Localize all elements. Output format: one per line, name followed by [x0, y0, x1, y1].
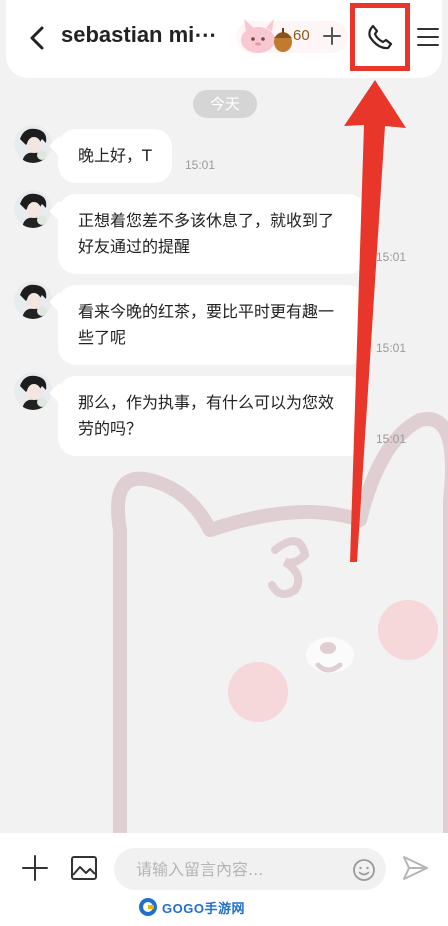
smiley-icon: [353, 859, 375, 881]
avatar[interactable]: [14, 372, 52, 410]
gogo-logo-icon: [139, 898, 157, 916]
message-time: 15:01: [376, 250, 407, 264]
back-button[interactable]: [24, 24, 52, 52]
send-button[interactable]: [400, 853, 430, 883]
hamburger-menu-icon: [417, 28, 439, 46]
message-bubble: 晚上好，T: [58, 129, 172, 183]
chat-screen: sebastian mi⋯ 60 今天 晚上好，T 15:01 正想着您差不多该…: [0, 0, 448, 926]
chevron-left-icon: [30, 26, 44, 50]
date-separator: 今天: [193, 90, 257, 118]
send-icon: [403, 856, 428, 880]
avatar[interactable]: [14, 190, 52, 228]
emoji-button[interactable]: [352, 858, 376, 882]
add-attachment-button[interactable]: [20, 853, 50, 883]
chat-header: sebastian mi⋯ 60: [6, 0, 442, 78]
call-button[interactable]: [350, 3, 410, 71]
message-time: 15:01: [376, 432, 407, 446]
message-text: 正想着您差不多该休息了，就收到了好友通过的提醒: [78, 211, 335, 256]
message-input-wrapper: [114, 848, 386, 890]
plus-icon: [22, 855, 48, 881]
composer-bar: GOGO手游网: [0, 833, 448, 926]
message-text: 看来今晚的红茶，要比平时更有趣一些了呢: [78, 302, 335, 347]
phone-icon: [368, 24, 393, 50]
avatar[interactable]: [14, 125, 52, 163]
site-watermark: GOGO手游网: [138, 895, 245, 919]
coin-count: 60: [293, 27, 310, 44]
message-bubble: 正想着您差不多该休息了，就收到了好友通过的提醒: [58, 194, 366, 274]
menu-button[interactable]: [414, 22, 442, 52]
plus-icon: [323, 27, 341, 45]
message-bubble: 那么，作为执事，有什么可以为您效劳的吗？: [58, 376, 366, 456]
add-coins-button[interactable]: [320, 24, 344, 48]
message-bubble: 看来今晚的红茶，要比平时更有趣一些了呢: [58, 285, 366, 365]
message-text: 那么，作为执事，有什么可以为您效劳的吗？: [78, 393, 335, 438]
image-button[interactable]: [69, 853, 99, 883]
message-input[interactable]: [136, 848, 346, 890]
image-icon: [71, 856, 97, 880]
message-text: 晚上好，T: [78, 146, 152, 165]
message-time: 15:01: [185, 158, 216, 172]
watermark-text: GOGO手游网: [162, 900, 245, 916]
contact-name: sebastian mi⋯: [61, 22, 217, 47]
message-time: 15:01: [376, 341, 407, 355]
avatar[interactable]: [14, 281, 52, 319]
